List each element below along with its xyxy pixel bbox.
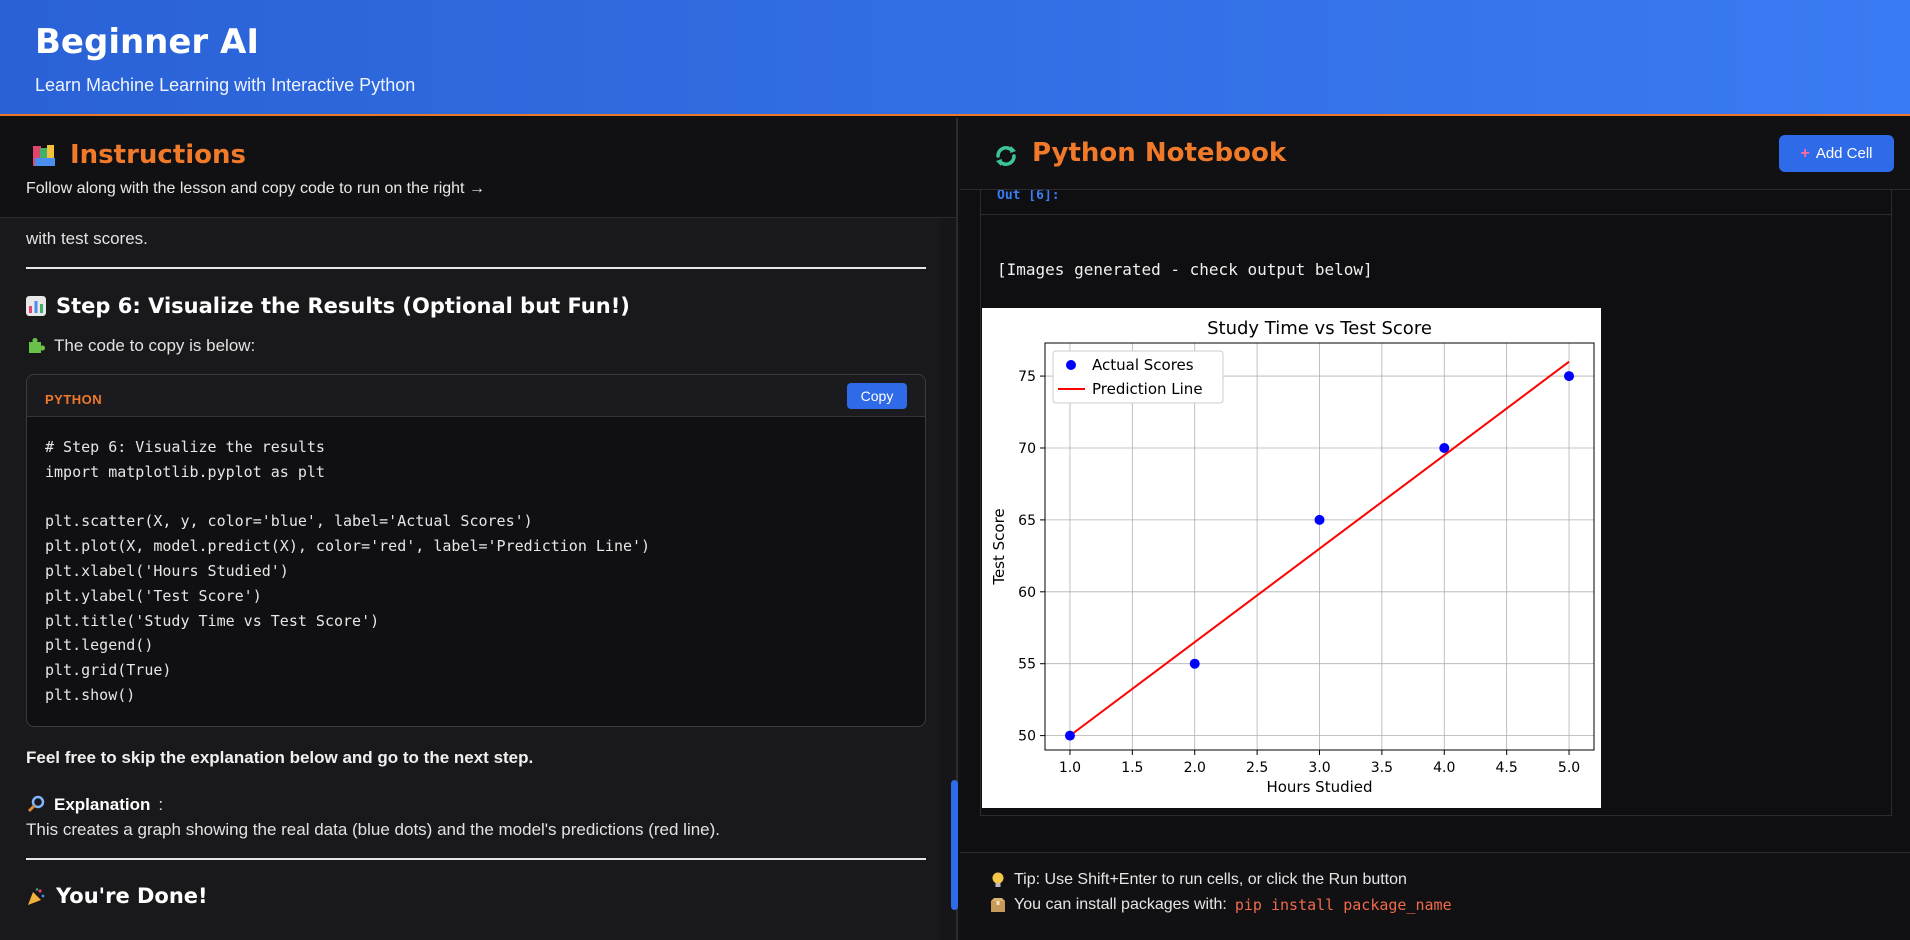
chart-title: Study Time vs Test Score: [1207, 318, 1432, 339]
notebook-header: Python Notebook + Add Cell: [960, 118, 1910, 190]
copy-button[interactable]: Copy: [847, 383, 907, 409]
data-point: [1564, 371, 1575, 382]
plot-output: 1.0 1.5 2.0 2.5 3.0 3.5 4.0 4.5 5.0 50 55 60 65 70 75 S…: [982, 308, 1601, 808]
add-cell-label: Add Cell: [1815, 145, 1873, 162]
tips-bar: Tip: Use Shift+Enter to run cells, or cl…: [960, 852, 1910, 940]
code-block-bar: PYTHON Copy: [27, 375, 925, 417]
x-tick-label: 5.0: [1558, 760, 1580, 776]
output-cell: Out [6]: [Images generated - check outpu…: [980, 188, 1892, 816]
code-block: PYTHON Copy # Step 6: Visualize the resu…: [26, 374, 926, 727]
legend-marker-scatter: [1066, 360, 1076, 370]
y-axis-label: Test Score: [990, 508, 1008, 585]
legend-label: Actual Scores: [1092, 356, 1194, 374]
y-tick-label: 50: [1018, 729, 1036, 745]
puzzle-icon: [29, 337, 45, 353]
code-intro-text: The code to copy is below:: [54, 336, 256, 355]
instructions-scroll[interactable]: with test scores. Step 6: Visualize the …: [0, 218, 940, 940]
x-tick-label: 2.0: [1184, 760, 1206, 776]
notebook-title: Python Notebook: [1032, 138, 1287, 168]
data-point: [1314, 514, 1325, 525]
app-title: Beginner AI: [35, 22, 260, 62]
data-point: [1064, 730, 1075, 741]
instructions-header: Instructions Follow along with the lesso…: [0, 118, 956, 218]
party-popper-icon: [28, 888, 45, 905]
y-tick-label: 75: [1018, 369, 1036, 385]
skip-note: Feel free to skip the explanation below …: [26, 747, 534, 767]
instructions-content: with test scores. Step 6: Visualize the …: [26, 218, 926, 912]
package-icon: [991, 898, 1005, 912]
instructions-title: Instructions: [70, 140, 247, 170]
instructions-panel: Instructions Follow along with the lesso…: [0, 118, 958, 940]
code-intro: The code to copy is below:: [26, 333, 926, 358]
output-text: [Images generated - check output below]: [997, 260, 1373, 279]
tip-install-text: You can install packages with:: [1014, 896, 1227, 913]
data-point: [1439, 442, 1450, 453]
tip-install: You can install packages with: pip insta…: [990, 896, 1452, 914]
divider: [26, 267, 926, 269]
output-separator: [981, 214, 1891, 215]
x-tick-label: 3.5: [1371, 760, 1393, 776]
app-header: Beginner AI Learn Machine Learning with …: [0, 0, 1910, 116]
output-label: Out [6]:: [997, 188, 1060, 203]
app-subtitle: Learn Machine Learning with Interactive …: [35, 75, 416, 95]
chart: 1.0 1.5 2.0 2.5 3.0 3.5 4.0 4.5 5.0 50 55 60 65 70 75 S…: [990, 318, 1595, 796]
tip-run: Tip: Use Shift+Enter to run cells, or cl…: [990, 871, 1407, 889]
explanation: Explanation: This creates a graph showin…: [26, 792, 926, 842]
partial-text-line: [26, 218, 926, 226]
x-tick-label: 3.0: [1308, 760, 1330, 776]
legend-label: Prediction Line: [1092, 380, 1203, 398]
lightbulb-icon: [992, 872, 1004, 887]
x-tick-label: 1.5: [1121, 760, 1143, 776]
instructions-subtitle: Follow along with the lesson and copy co…: [26, 180, 485, 197]
x-tick-label: 1.0: [1059, 760, 1081, 776]
code-content[interactable]: # Step 6: Visualize the results import m…: [27, 417, 925, 726]
magnifier-icon: [27, 796, 45, 813]
bar-chart-icon: [26, 296, 46, 316]
x-tick-label: 2.5: [1246, 760, 1268, 776]
explanation-label: Explanation: [54, 794, 151, 814]
explanation-text: This creates a graph showing the real da…: [26, 819, 721, 839]
add-cell-button[interactable]: + Add Cell: [1779, 135, 1894, 172]
code-language: PYTHON: [45, 392, 103, 407]
done-heading-text: You're Done!: [56, 884, 208, 909]
data-point: [1189, 658, 1200, 669]
y-tick-label: 60: [1018, 585, 1036, 601]
scrollbar-thumb[interactable]: [951, 780, 958, 910]
y-tick-label: 65: [1018, 513, 1036, 529]
notebook-panel: Python Notebook + Add Cell Out [6]: [Ima…: [960, 118, 1910, 940]
y-tick-label: 55: [1018, 657, 1036, 673]
y-tick-label: 70: [1018, 441, 1036, 457]
x-tick-label: 4.5: [1496, 760, 1518, 776]
done-heading: You're Done!: [26, 882, 926, 912]
paragraph-tail: with test scores.: [26, 229, 148, 248]
plus-icon: +: [1800, 144, 1810, 162]
x-axis-label: Hours Studied: [1266, 778, 1372, 796]
tip-run-text: Tip: Use Shift+Enter to run cells, or cl…: [1014, 871, 1407, 888]
x-tick-label: 4.0: [1433, 760, 1455, 776]
step6-heading: Step 6: Visualize the Results (Optional …: [26, 291, 926, 321]
divider: [26, 857, 926, 860]
cycle-icon: [996, 146, 1016, 166]
tip-install-command: pip install package_name: [1234, 896, 1452, 914]
step6-heading-text: Step 6: Visualize the Results (Optional …: [56, 293, 630, 318]
explanation-label-row: Explanation:: [26, 792, 926, 817]
books-icon: [33, 145, 55, 166]
